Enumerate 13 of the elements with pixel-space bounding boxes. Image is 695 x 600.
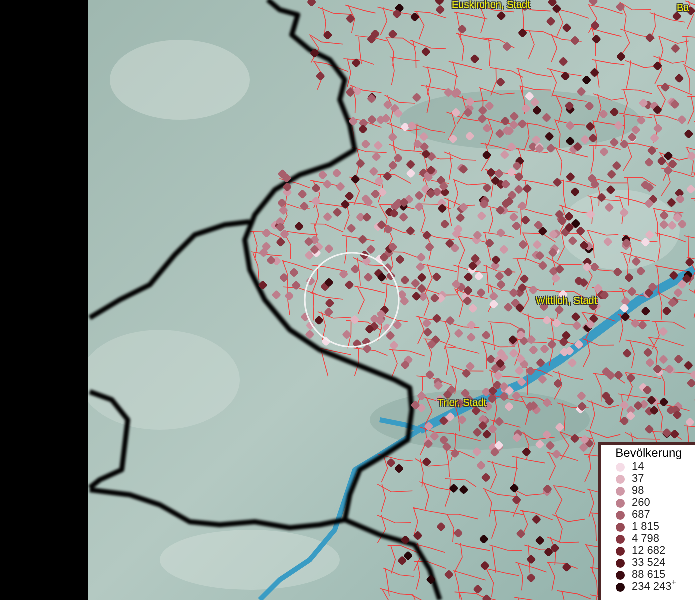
legend-label: 687 (632, 509, 650, 521)
legend-label: 37 (632, 473, 644, 485)
legend-label: 33 524 (632, 557, 666, 569)
legend-label: 234 243$^{+}$ (632, 581, 676, 593)
legend-label: 1 815 (632, 521, 660, 533)
legend-label: 98 (632, 485, 644, 497)
legend-label: 14 (632, 461, 644, 473)
place-label: Ba (677, 3, 690, 14)
legend-label: 4 798 (632, 533, 660, 545)
legend-label: 88 615 (632, 569, 666, 581)
legend-label: 12 682 (632, 545, 666, 557)
legend-label: 260 (632, 497, 650, 509)
legend-title: Bevölkerung (614, 446, 684, 460)
